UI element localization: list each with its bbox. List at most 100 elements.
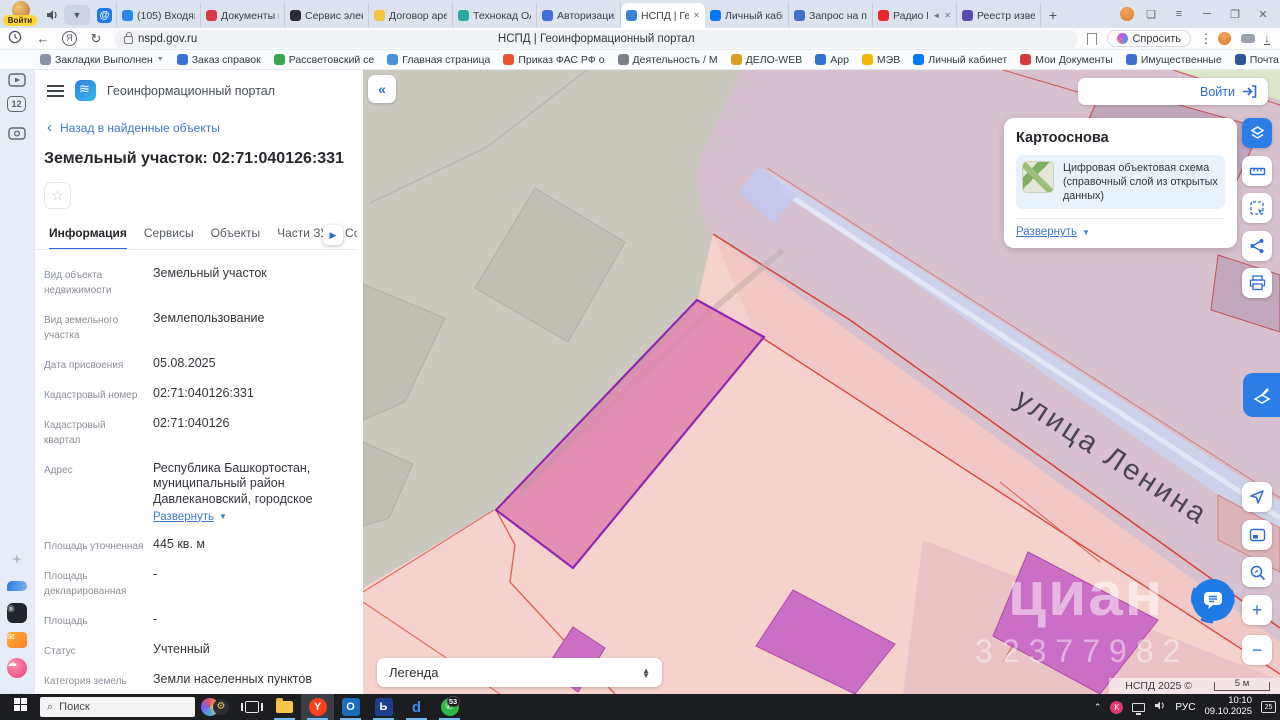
bookmark-item[interactable]: МЭВ ▼ <box>861 54 900 66</box>
extension-icon[interactable] <box>1241 34 1255 43</box>
bookmark-item[interactable]: Имущественные ▼ <box>1125 54 1222 66</box>
layers-tool-button[interactable] <box>1242 118 1272 148</box>
new-tab-button[interactable]: + <box>1041 5 1065 25</box>
bookmark-item[interactable]: App ▼ <box>815 54 849 66</box>
bookmark-flag-icon[interactable] <box>1087 32 1098 49</box>
browser-tab[interactable]: Запрос на пе ◄ ✕ <box>789 3 873 28</box>
task-view-button[interactable] <box>235 694 268 720</box>
basemap-expand-link[interactable]: Развернуть ▼ <box>1016 226 1225 238</box>
tray-app-icon[interactable]: K <box>1110 700 1124 714</box>
bookmark-item[interactable]: Мои Документы ▼ <box>1020 54 1113 66</box>
basemap-layer-row[interactable]: Цифровая объектовая схема (справочный сл… <box>1016 155 1225 210</box>
news-widget[interactable]: ⚙ <box>195 694 235 720</box>
panel-tab[interactable]: Части ЗУ <box>277 222 328 249</box>
close-button[interactable]: ✕ <box>1252 8 1274 21</box>
zoom-in-button[interactable]: + <box>1242 595 1272 625</box>
collapse-panel-button[interactable]: « <box>368 75 396 103</box>
file-explorer-button[interactable] <box>268 694 301 720</box>
ask-ai-button[interactable]: Спросить <box>1107 30 1191 47</box>
yandex-browser-button[interactable]: Y <box>301 694 334 720</box>
chat-fab[interactable] <box>1187 574 1239 626</box>
history-clock-icon[interactable] <box>0 30 30 47</box>
downloads-icon[interactable]: ↓ <box>1264 32 1270 45</box>
sync-profile-icon[interactable] <box>1218 32 1231 45</box>
browser-tab[interactable]: НСПД | Гео ◄ ✕ <box>621 3 705 28</box>
measure-ruler-button[interactable] <box>1242 156 1272 186</box>
network-icon[interactable] <box>1132 702 1146 715</box>
bookmark-item[interactable]: Заказ справок ▼ <box>176 54 261 66</box>
guide-assistant-button[interactable] <box>1243 373 1280 417</box>
menu-icon[interactable]: ≡ <box>1168 8 1190 20</box>
whatsapp-button[interactable]: ✆53 <box>433 694 466 720</box>
profile-icon[interactable] <box>1120 7 1134 21</box>
browser-tab[interactable]: (105) Входящ ◄ ✕ <box>117 3 201 28</box>
chevron-down-icon[interactable]: ▼ <box>64 5 90 25</box>
legend-bar[interactable]: Легенда ▲ ▼ <box>377 658 662 687</box>
expand-link[interactable]: Развернуть <box>153 510 214 524</box>
back-icon[interactable]: ← <box>30 31 56 46</box>
panel-tab[interactable]: Объекты <box>211 222 261 249</box>
mail-icon[interactable]: ✉ <box>7 630 27 650</box>
yandex-home-icon[interactable]: Я <box>62 31 77 46</box>
favorite-star-button[interactable]: ☆ <box>44 182 71 209</box>
volume-icon[interactable] <box>1154 700 1166 714</box>
tabs-scroll-right-button[interactable]: ▶ <box>323 225 343 245</box>
messenger-icon[interactable] <box>7 576 27 596</box>
locate-me-button[interactable] <box>1242 482 1272 512</box>
browser-tab[interactable]: Документы н ◄ ✕ <box>201 3 285 28</box>
speaker-icon[interactable] <box>42 5 62 25</box>
notifications-icon[interactable]: 25 <box>1261 701 1276 713</box>
more-menu-icon[interactable]: ⋮ <box>1199 31 1213 47</box>
tab-close-icon[interactable]: ✕ <box>944 11 951 20</box>
refresh-icon[interactable]: ↻ <box>83 31 109 47</box>
bookmark-item[interactable]: Деятельность / М ▼ <box>617 54 718 66</box>
clock[interactable]: 10:10 09.10.2025 <box>1204 695 1252 718</box>
overview-map-button[interactable] <box>1242 520 1272 550</box>
browser-tab[interactable]: Личный каби ◄ ✕ <box>705 3 789 28</box>
video-play-icon[interactable] <box>7 70 27 90</box>
browser-tab[interactable]: Технокад ОА ◄ ✕ <box>453 3 537 28</box>
tab-sound-icon[interactable]: ◄ <box>932 11 940 20</box>
bookmark-item[interactable]: Рассветовский се ▼ <box>273 54 374 66</box>
panel-tab[interactable]: Состав <box>345 222 357 249</box>
hamburger-menu-icon[interactable] <box>47 84 64 97</box>
screenshot-icon[interactable] <box>7 122 27 142</box>
browser-tab[interactable]: Договор аре ◄ ✕ <box>369 3 453 28</box>
panel-tab[interactable]: Сервисы <box>144 222 194 249</box>
cloud-disk-icon[interactable]: ☁ <box>7 658 27 678</box>
diadoc-button[interactable]: d <box>400 694 433 720</box>
collections-icon[interactable]: ❏ <box>1140 8 1162 21</box>
outlook-button[interactable]: O <box>334 694 367 720</box>
browser-profile-button[interactable]: Войти <box>3 1 39 27</box>
browser-tab[interactable]: Радио Ш ◄ ✕ <box>873 3 957 28</box>
map-area[interactable]: улица Ленина циан 32377982 « Войти Карто… <box>363 70 1280 694</box>
bookmark-item[interactable]: Приказ ФАС РФ о ▼ <box>503 54 605 66</box>
restore-button[interactable]: ❐ <box>1224 8 1246 21</box>
print-button[interactable] <box>1242 268 1272 298</box>
login-button[interactable]: Войти <box>1078 78 1268 105</box>
add-panel-icon[interactable]: + <box>7 549 27 569</box>
bookmark-item[interactable]: Главная страница ▼ <box>387 54 490 66</box>
language-indicator[interactable]: РУС <box>1175 702 1195 713</box>
calendar-icon[interactable]: 12 <box>7 96 26 112</box>
tab-close-icon[interactable]: ✕ <box>693 11 700 20</box>
browser-tab[interactable]: Реестр извещ ◄ ✕ <box>957 3 1041 28</box>
address-bar[interactable]: nspd.gov.ru НСПД | Геоинформационный пор… <box>115 29 1078 48</box>
back-to-results-link[interactable]: ‹ Назад в найденные объекты <box>47 119 357 136</box>
docs-app-button[interactable]: Ь <box>367 694 400 720</box>
taskbar-search[interactable]: ⌕ Поиск <box>40 697 195 717</box>
select-area-button[interactable] <box>1242 193 1272 223</box>
bookmark-item[interactable]: ДЕЛО-WEB ▼ <box>730 54 802 66</box>
browser-tab[interactable]: Сервис элект ◄ ✕ <box>285 3 369 28</box>
zoom-out-button[interactable]: − <box>1242 635 1272 665</box>
tray-expand-icon[interactable]: ⌃ <box>1094 702 1102 713</box>
bookmark-item[interactable]: Почта России - М ▼ <box>1234 54 1280 66</box>
pinned-tab-mail[interactable]: @ <box>93 3 117 28</box>
panel-tab[interactable]: Информация <box>49 222 127 249</box>
share-button[interactable] <box>1242 231 1272 261</box>
search-by-area-button[interactable] <box>1242 557 1272 587</box>
browser-tab[interactable]: Авторизация ◄ ✕ <box>537 3 621 28</box>
start-button[interactable] <box>0 698 40 716</box>
bookmark-item[interactable]: Личный кабинет ▼ <box>913 54 1007 66</box>
bookmark-item[interactable]: Закладки Выполнен ▼ <box>40 54 164 66</box>
